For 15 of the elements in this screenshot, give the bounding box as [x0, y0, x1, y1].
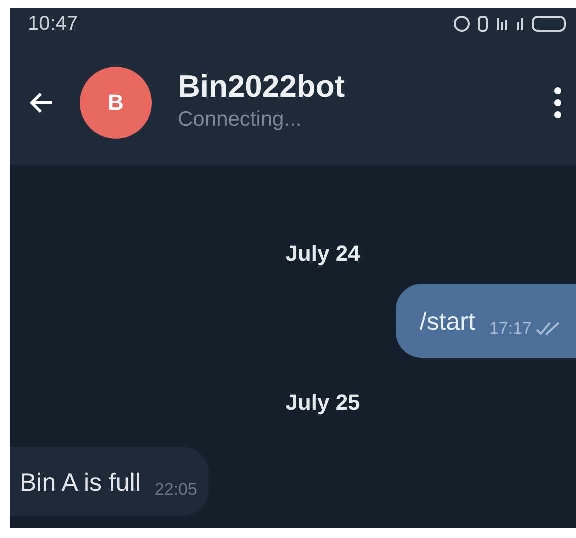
chat-title: Bin2022bot [178, 70, 346, 104]
message-time: 17:17 [489, 318, 532, 340]
signal-icon [516, 17, 524, 31]
connection-status: Connecting... [178, 106, 303, 133]
menu-icon[interactable] [554, 86, 562, 118]
message-text: Bin A is full [20, 468, 141, 498]
date-label: July 25 [286, 388, 360, 417]
avatar[interactable]: B [80, 66, 152, 138]
message-time: 22:05 [154, 478, 198, 500]
back-icon[interactable] [30, 92, 54, 114]
signal-icon [496, 17, 508, 31]
message-text: /start [420, 307, 476, 338]
battery-icon [532, 16, 566, 32]
status-time: 10:47 [28, 12, 78, 37]
date-label: July 24 [286, 240, 360, 268]
